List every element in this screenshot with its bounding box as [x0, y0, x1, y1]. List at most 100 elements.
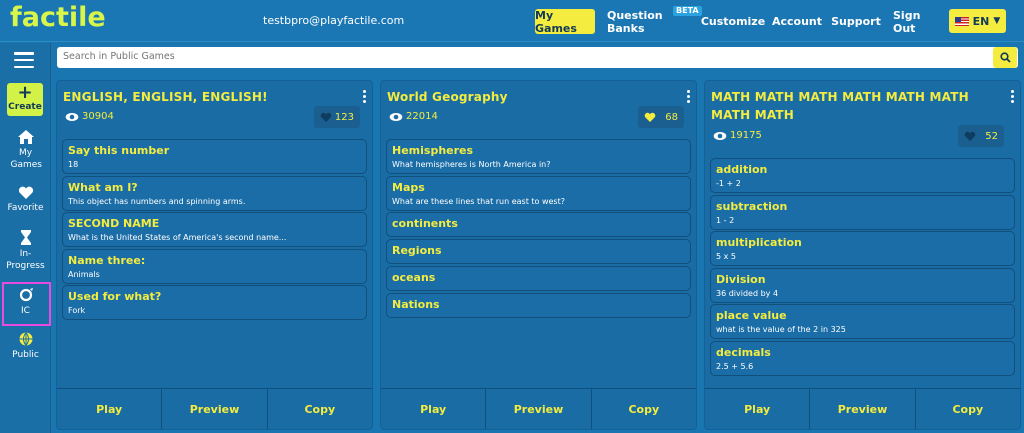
question-item[interactable]: Used for what? Fork — [62, 285, 367, 320]
question-item[interactable]: multiplication 5 x 5 — [710, 231, 1015, 266]
like-count[interactable]: 52 — [958, 125, 1004, 147]
public-highlight-box — [2, 282, 51, 326]
play-button[interactable]: Play — [381, 389, 487, 429]
factile-logo[interactable]: factile — [10, 2, 106, 33]
menu-icon[interactable] — [14, 52, 34, 68]
more-options-icon[interactable] — [687, 90, 690, 105]
home-icon — [17, 130, 34, 144]
question-title: multiplication — [716, 236, 802, 249]
question-title: continents — [392, 217, 458, 230]
preview-button[interactable]: Preview — [810, 389, 916, 429]
question-detail: 36 divided by 4 — [716, 289, 779, 298]
question-item[interactable]: Division 36 divided by 4 — [710, 268, 1015, 303]
like-count-value: 123 — [334, 111, 354, 123]
card-actions: Play Preview Copy — [381, 388, 696, 429]
nav-account[interactable]: Account — [772, 9, 822, 34]
game-title[interactable]: World Geography — [387, 88, 677, 106]
view-count: 22014 — [389, 111, 438, 122]
like-count[interactable]: 68 — [638, 106, 684, 128]
globe-icon — [19, 332, 32, 346]
question-title: oceans — [392, 271, 436, 284]
question-item[interactable]: Say this number 18 — [62, 139, 367, 174]
preview-button[interactable]: Preview — [162, 389, 268, 429]
view-count-value: 30904 — [82, 111, 114, 122]
game-card: ENGLISH, ENGLISH, ENGLISH! 30904 123 Say… — [56, 80, 373, 430]
question-item[interactable]: subtraction 1 - 2 — [710, 195, 1015, 230]
question-detail: 2.5 + 5.6 — [716, 362, 754, 371]
copy-button[interactable]: Copy — [916, 389, 1020, 429]
more-options-icon[interactable] — [363, 90, 366, 105]
sidebar-item-label: Favorite — [7, 203, 44, 213]
question-item[interactable]: Hemispheres What hemispheres is North Ame… — [386, 139, 691, 174]
question-title: place value — [716, 309, 787, 322]
nav-support[interactable]: Support — [831, 9, 881, 34]
question-detail: 18 — [68, 160, 79, 169]
game-title[interactable]: ENGLISH, ENGLISH, ENGLISH! — [63, 88, 353, 106]
play-button[interactable]: Play — [705, 389, 811, 429]
question-item[interactable]: addition -1 + 2 — [710, 158, 1015, 193]
sidebar-item-my-games[interactable]: My Games — [0, 129, 51, 171]
search-input[interactable] — [63, 51, 963, 62]
card-actions: Play Preview Copy — [57, 388, 372, 429]
eye-icon — [65, 112, 79, 121]
question-title: addition — [716, 163, 768, 176]
question-item[interactable]: decimals 2.5 + 5.6 — [710, 341, 1015, 376]
sidebar: + Create My Games Favorite In-Progress I… — [0, 43, 51, 433]
sidebar-item-favorite[interactable]: Favorite — [0, 186, 51, 214]
more-options-icon[interactable] — [1011, 90, 1014, 105]
sidebar-item-label: In-Progress — [6, 249, 45, 271]
user-email: testbpro@playfactile.com — [263, 14, 405, 27]
nav-my-games[interactable]: My Games — [535, 9, 595, 35]
question-item[interactable]: continents — [386, 212, 691, 237]
hourglass-icon — [20, 230, 31, 245]
nav-sign-out[interactable]: Sign Out — [893, 9, 941, 35]
question-title: subtraction — [716, 200, 788, 213]
nav-customize[interactable]: Customize — [701, 9, 765, 34]
sidebar-item-public[interactable]: Public — [0, 331, 51, 361]
like-count-value: 68 — [665, 111, 678, 123]
question-item[interactable]: Name three: Animals — [62, 249, 367, 284]
question-detail: What is the United States of America's s… — [68, 233, 287, 242]
language-selector[interactable]: EN ▼ — [949, 9, 1006, 33]
question-title: Nations — [392, 298, 440, 311]
question-item[interactable]: SECOND NAME What is the United States of … — [62, 212, 367, 247]
question-title: decimals — [716, 346, 771, 359]
question-detail: 5 x 5 — [716, 252, 736, 261]
create-button[interactable]: + Create — [7, 83, 43, 116]
search-button[interactable] — [993, 47, 1017, 68]
game-title[interactable]: MATH MATH MATH MATH MATH MATH MATH MATH — [711, 88, 1001, 124]
question-title: Regions — [392, 244, 442, 257]
question-detail: Animals — [68, 270, 100, 279]
search-bar — [57, 47, 1018, 68]
like-count[interactable]: 123 — [314, 106, 360, 128]
beta-badge: BETA — [673, 6, 702, 16]
view-count-value: 22014 — [406, 111, 438, 122]
copy-button[interactable]: Copy — [268, 389, 372, 429]
question-item[interactable]: What am I? This object has numbers and sp… — [62, 176, 367, 211]
play-button[interactable]: Play — [57, 389, 163, 429]
heart-icon — [320, 112, 332, 122]
create-label: Create — [8, 102, 42, 112]
plus-icon: + — [17, 82, 33, 103]
eye-icon — [713, 131, 727, 140]
language-label: EN — [972, 14, 990, 28]
question-item[interactable]: place value what is the value of the 2 in… — [710, 304, 1015, 339]
question-item[interactable]: oceans — [386, 266, 691, 291]
question-detail: 1 - 2 — [716, 216, 735, 225]
view-count-value: 19175 — [730, 130, 762, 141]
preview-button[interactable]: Preview — [486, 389, 592, 429]
question-detail: what is the value of the 2 in 325 — [716, 325, 846, 334]
question-title: Division — [716, 273, 766, 286]
sidebar-item-in-progress[interactable]: In-Progress — [0, 229, 51, 272]
question-item[interactable]: Maps What are these lines that run east t… — [386, 176, 691, 211]
heart-icon — [644, 112, 656, 122]
question-item[interactable]: Nations — [386, 293, 691, 318]
question-title: SECOND NAME — [68, 217, 160, 230]
question-detail: This object has numbers and spinning arm… — [68, 197, 246, 206]
question-item[interactable]: Regions — [386, 239, 691, 264]
copy-button[interactable]: Copy — [592, 389, 696, 429]
question-detail: -1 + 2 — [716, 179, 741, 188]
search-icon — [999, 52, 1011, 63]
view-count: 30904 — [65, 111, 114, 122]
question-title: Name three: — [68, 254, 146, 267]
